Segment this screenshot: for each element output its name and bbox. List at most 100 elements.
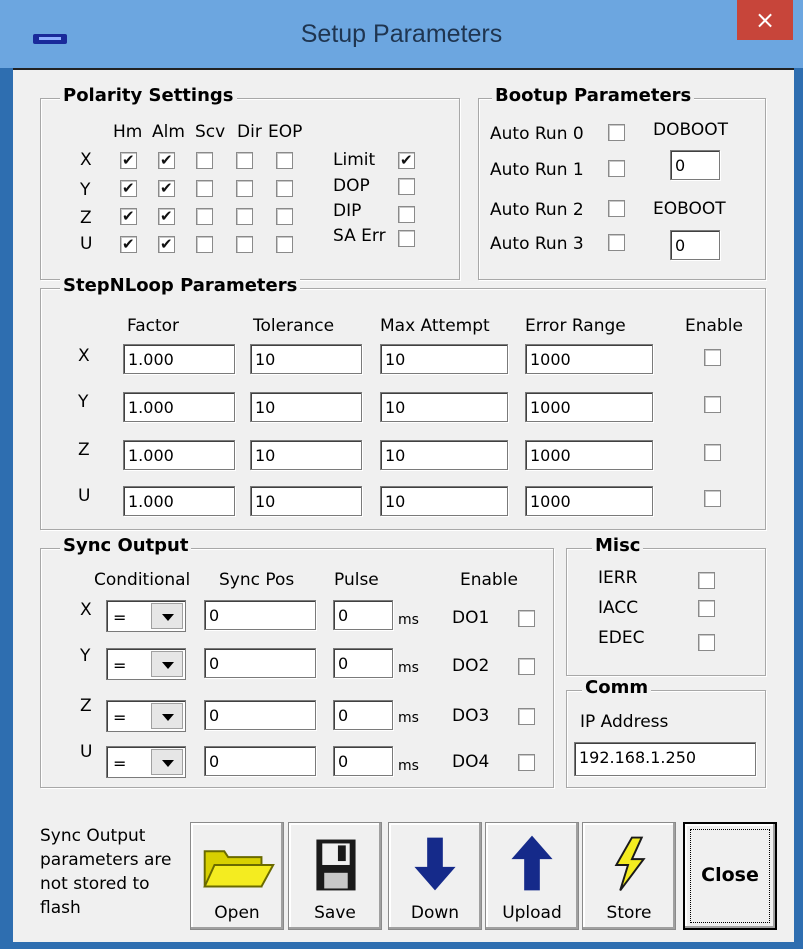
stepnloop-z-enable-checkbox[interactable] [704,444,721,461]
polarity-u-eop-checkbox[interactable] [276,236,293,253]
polarity-u-scv-checkbox[interactable] [196,236,213,253]
polarity-x-alm-checkbox[interactable] [158,150,175,170]
sync-x-unit: ms [398,612,419,628]
stepnloop-x-enable-checkbox[interactable] [704,349,721,366]
stepnloop-axis-z: Z [78,440,90,460]
down-button[interactable]: Down [388,822,482,930]
sync-y-conditional-select[interactable]: = [106,648,186,680]
stepnloop-y-factor-field[interactable]: 1.000 [123,392,235,422]
stepnloop-u-factor-field[interactable]: 1.000 [123,486,235,516]
sync-header-sync-pos: Sync Pos [219,570,295,590]
eoboot-label: EOBOOT [653,199,726,219]
stepnloop-u-error-range-field[interactable]: 1000 [525,486,653,516]
stepnloop-x-tolerance-field[interactable]: 10 [250,344,362,374]
stepnloop-x-error-range-field[interactable]: 1000 [525,344,653,374]
stepnloop-x-factor-field[interactable]: 1.000 [123,344,235,374]
auto-run-3-checkbox[interactable] [608,234,625,251]
eoboot-field[interactable]: 0 [670,230,720,260]
sync-z-pulse-field[interactable]: 0 [333,700,393,730]
auto-run-0-checkbox[interactable] [608,124,625,141]
polarity-axis-y: Y [80,180,91,200]
auto-run-1-checkbox[interactable] [608,160,625,177]
polarity-u-dir-checkbox[interactable] [236,236,253,253]
dop-checkbox[interactable] [398,178,415,195]
sync-y-sync-pos-field[interactable]: 0 [204,648,316,678]
misc-title: Misc [592,536,644,556]
ip-address-field[interactable]: 192.168.1.250 [574,742,756,776]
polarity-header-eop: EOP [268,122,303,142]
sync-axis-u: U [80,742,93,762]
polarity-z-eop-checkbox[interactable] [276,208,293,225]
sync-u-unit: ms [398,758,419,774]
folder-icon [203,850,275,888]
polarity-z-scv-checkbox[interactable] [196,208,213,225]
stepnloop-y-tolerance-field[interactable]: 10 [250,392,362,422]
sync-x-pulse-field[interactable]: 0 [333,600,393,630]
dip-label: DIP [333,201,362,221]
open-button[interactable]: Open [190,822,284,930]
edec-checkbox[interactable] [698,634,715,651]
sync-y-enable-checkbox[interactable] [518,658,535,675]
ierr-label: IERR [598,568,638,588]
stepnloop-u-tolerance-field[interactable]: 10 [250,486,362,516]
polarity-x-scv-checkbox[interactable] [196,152,213,169]
doboot-field[interactable]: 0 [670,150,720,180]
close-window-button[interactable]: × [737,0,793,40]
polarity-z-dir-checkbox[interactable] [236,208,253,225]
sync-z-unit: ms [398,710,419,726]
polarity-x-hm-checkbox[interactable] [120,150,137,170]
auto-run-0-label: Auto Run 0 [490,124,584,144]
stepnloop-y-max-attempt-field[interactable]: 10 [380,392,508,422]
stepnloop-axis-y: Y [78,392,89,412]
polarity-y-hm-checkbox[interactable] [120,178,137,198]
polarity-u-hm-checkbox[interactable] [120,234,137,254]
polarity-y-eop-checkbox[interactable] [276,180,293,197]
stepnloop-y-enable-checkbox[interactable] [704,396,721,413]
polarity-x-dir-checkbox[interactable] [236,152,253,169]
store-button[interactable]: Store [582,822,676,930]
polarity-z-alm-checkbox[interactable] [158,206,175,226]
sync-x-sync-pos-field[interactable]: 0 [204,600,316,630]
dip-checkbox[interactable] [398,206,415,223]
ierr-checkbox[interactable] [698,572,715,589]
polarity-y-alm-checkbox[interactable] [158,178,175,198]
sync-x-enable-checkbox[interactable] [518,610,535,627]
sync-z-enable-checkbox[interactable] [518,708,535,725]
sync-x-conditional-select[interactable]: = [106,600,186,632]
sync-u-sync-pos-field[interactable]: 0 [204,746,316,776]
iacc-checkbox[interactable] [698,600,715,617]
polarity-header-dir: Dir [237,122,262,142]
sync-u-conditional-value: = [113,754,127,773]
sync-u-pulse-field[interactable]: 0 [333,746,393,776]
sync-y-pulse-field[interactable]: 0 [333,648,393,678]
upload-button[interactable]: Upload [485,822,579,930]
stepnloop-y-error-range-field[interactable]: 1000 [525,392,653,422]
limit-label: Limit [333,150,376,170]
sa-err-checkbox[interactable] [398,230,415,247]
polarity-u-alm-checkbox[interactable] [158,234,175,254]
chevron-down-icon[interactable] [151,603,183,629]
stepnloop-z-tolerance-field[interactable]: 10 [250,440,362,470]
chevron-down-icon[interactable] [151,703,183,729]
sync-z-sync-pos-field[interactable]: 0 [204,700,316,730]
stepnloop-z-factor-field[interactable]: 1.000 [123,440,235,470]
save-button[interactable]: Save [288,822,382,930]
doboot-label: DOBOOT [653,120,728,140]
auto-run-2-checkbox[interactable] [608,200,625,217]
polarity-x-eop-checkbox[interactable] [276,152,293,169]
stepnloop-z-max-attempt-field[interactable]: 10 [380,440,508,470]
stepnloop-x-max-attempt-field[interactable]: 10 [380,344,508,374]
polarity-y-scv-checkbox[interactable] [196,180,213,197]
chevron-down-icon[interactable] [151,749,183,775]
stepnloop-u-max-attempt-field[interactable]: 10 [380,486,508,516]
sync-z-conditional-select[interactable]: = [106,700,186,732]
polarity-z-hm-checkbox[interactable] [120,206,137,226]
stepnloop-u-enable-checkbox[interactable] [704,490,721,507]
polarity-y-dir-checkbox[interactable] [236,180,253,197]
close-button[interactable]: Close [683,822,777,930]
sync-u-conditional-select[interactable]: = [106,746,186,778]
limit-checkbox[interactable] [398,150,415,170]
stepnloop-z-error-range-field[interactable]: 1000 [525,440,653,470]
chevron-down-icon[interactable] [151,651,183,677]
sync-u-enable-checkbox[interactable] [518,754,535,771]
